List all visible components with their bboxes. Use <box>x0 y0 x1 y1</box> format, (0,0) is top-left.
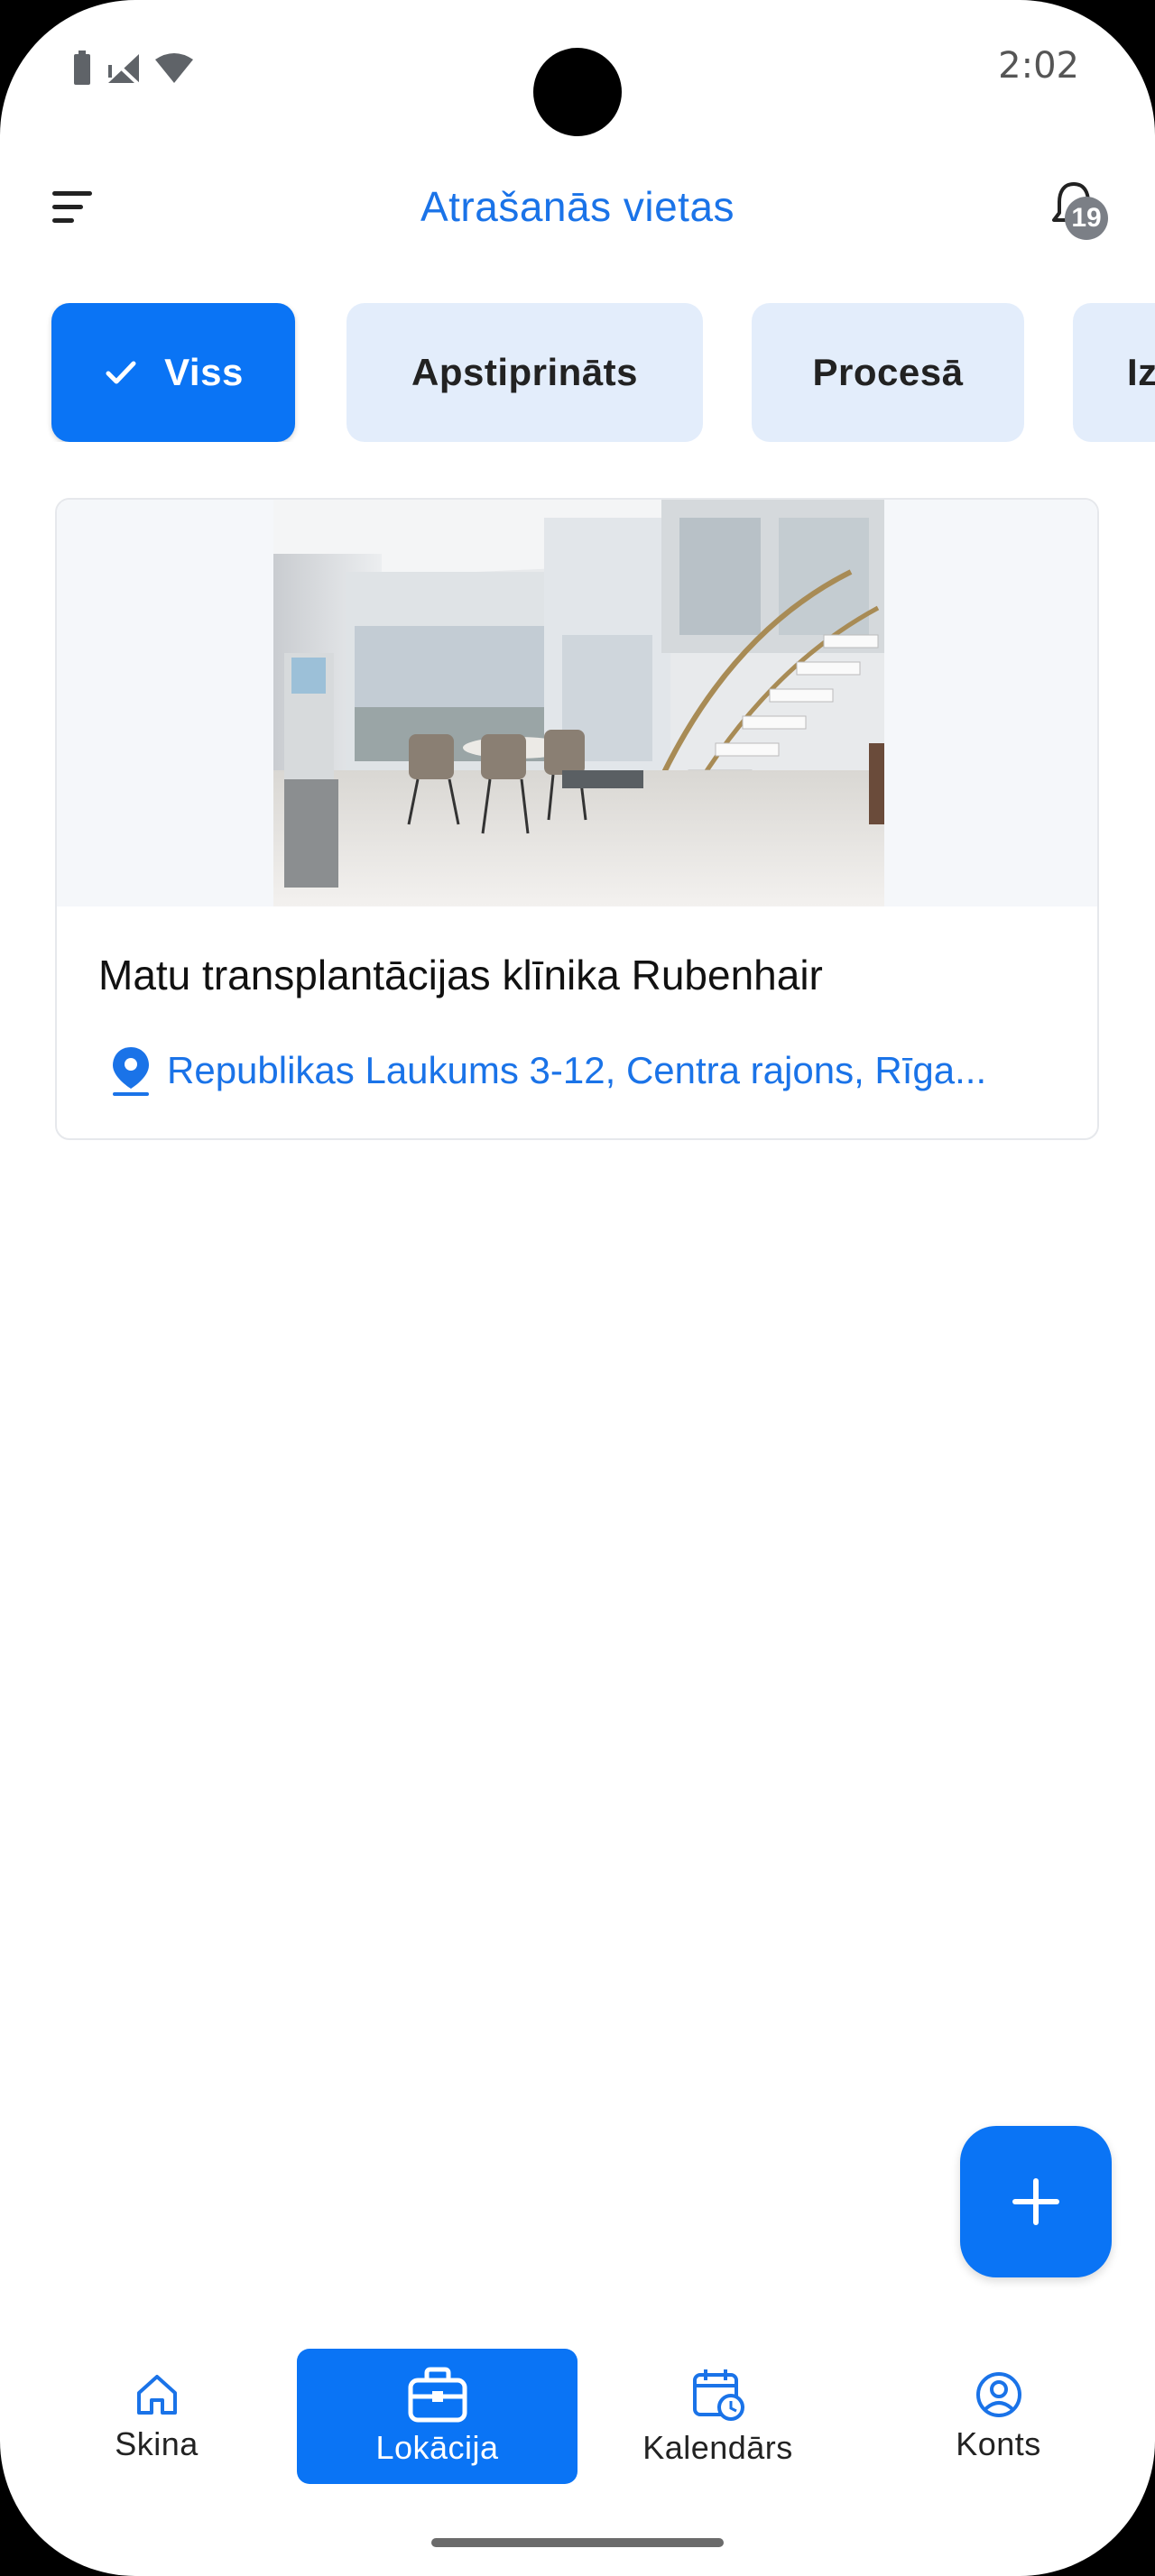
signal-off-icon <box>105 52 141 85</box>
chip-label: Viss <box>164 351 244 393</box>
wifi-icon <box>155 53 193 83</box>
nav-label: Skina <box>115 2425 199 2462</box>
home-icon <box>136 2375 177 2415</box>
filter-chips: Viss Apstiprināts Procesā Iz <box>0 303 1155 442</box>
home-indicator[interactable] <box>431 2538 724 2547</box>
front-camera <box>533 48 622 136</box>
nav-label: Konts <box>956 2425 1041 2462</box>
bottom-navigation: Skina Lokācija Kalendārs Konts <box>0 2336 1155 2498</box>
account-icon <box>975 2372 1021 2417</box>
nav-konts[interactable]: Konts <box>858 2349 1139 2484</box>
notification-badge: 19 <box>1065 197 1108 240</box>
notifications-button[interactable]: 19 <box>1047 179 1110 251</box>
chip-label: Procesā <box>812 351 964 393</box>
status-time: 2:02 <box>998 45 1079 87</box>
location-address: Republikas Laukums 3-12, Centra rajons, … <box>167 1049 987 1091</box>
location-address-row: Republikas Laukums 3-12, Centra rajons, … <box>107 1039 1064 1102</box>
location-card[interactable]: Matu transplantācijas klīnika Rubenhair … <box>55 498 1099 1140</box>
page-title: Atrašanās vietas <box>420 183 735 230</box>
status-bar: 2:02 <box>0 0 1155 136</box>
check-icon <box>103 354 139 391</box>
chip-label: Apstiprināts <box>411 351 639 393</box>
plus-icon <box>1012 2178 1059 2225</box>
card-image-area <box>57 500 1097 906</box>
chip-apstiprinats[interactable]: Apstiprināts <box>346 303 703 442</box>
briefcase-icon <box>408 2367 467 2423</box>
chip-label: Iz <box>1127 351 1155 393</box>
location-name: Matu transplantācijas klīnika Rubenhair <box>98 952 823 998</box>
location-pin-icon <box>113 1047 149 1096</box>
chip-partial[interactable]: Iz <box>1073 303 1155 442</box>
phone-screen: 2:02 Atrašanās vietas 19 Viss Apstiprinā… <box>0 0 1155 2576</box>
chip-procesa[interactable]: Procesā <box>752 303 1024 442</box>
location-photo <box>273 500 884 906</box>
add-location-button[interactable] <box>960 2126 1112 2277</box>
nav-label: Kalendārs <box>642 2429 793 2466</box>
nav-lokacija[interactable]: Lokācija <box>297 2349 578 2484</box>
calendar-clock-icon <box>692 2369 744 2421</box>
nav-kalendars[interactable]: Kalendārs <box>578 2349 858 2484</box>
nav-label: Lokācija <box>375 2429 499 2466</box>
chip-viss[interactable]: Viss <box>51 303 295 442</box>
app-bar: Atrašanās vietas 19 <box>0 162 1155 253</box>
nav-skina[interactable]: Skina <box>16 2349 297 2484</box>
status-icons <box>72 51 195 87</box>
battery-icon <box>74 51 90 85</box>
